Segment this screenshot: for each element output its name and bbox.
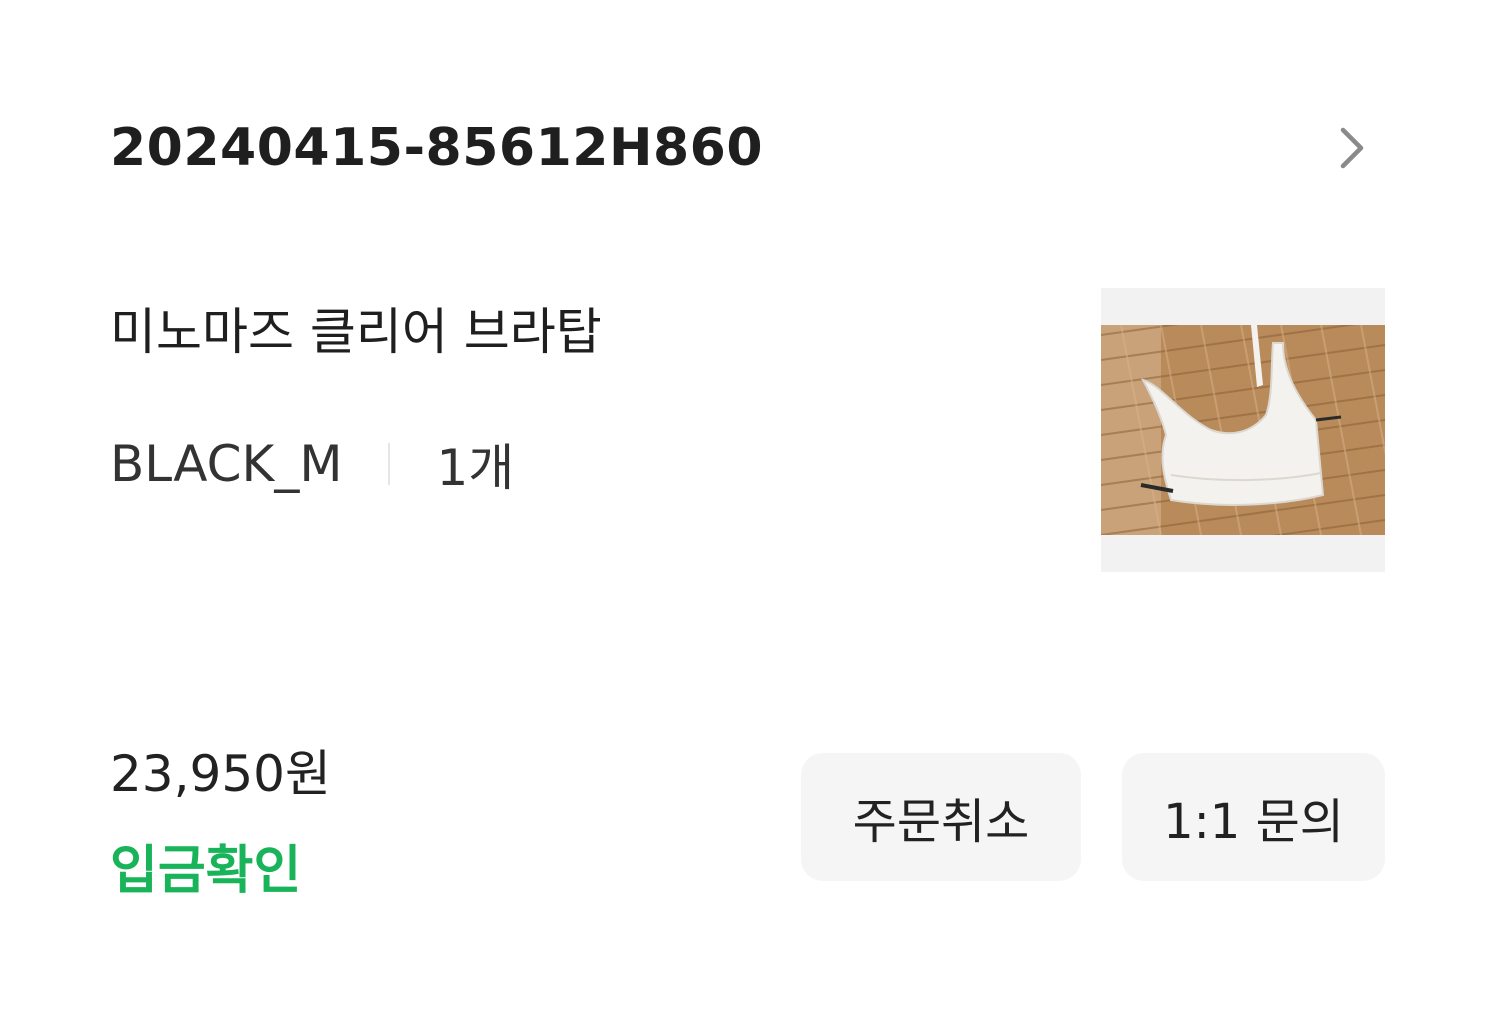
product-thumbnail[interactable] [1101,288,1385,572]
order-card: 20240415-85612H860 미노마즈 클리어 브라탑 BLACK_M … [0,0,1494,1024]
order-header[interactable]: 20240415-85612H860 [110,108,1370,188]
inquiry-button[interactable]: 1:1 문의 [1122,753,1385,881]
chevron-right-icon[interactable] [1332,118,1372,178]
product-quantity: 1개 [436,439,515,497]
option-divider [388,443,391,485]
product-option-row: BLACK_M 1개 [110,428,514,500]
order-price: 23,950원 [110,745,331,803]
product-option: BLACK_M [110,435,343,493]
product-photo [1101,325,1385,535]
product-name[interactable]: 미노마즈 클리어 브라탑 [110,292,602,364]
order-status: 입금확인 [110,841,302,901]
order-number: 20240415-85612H860 [110,118,764,178]
cancel-order-button[interactable]: 주문취소 [801,753,1081,881]
